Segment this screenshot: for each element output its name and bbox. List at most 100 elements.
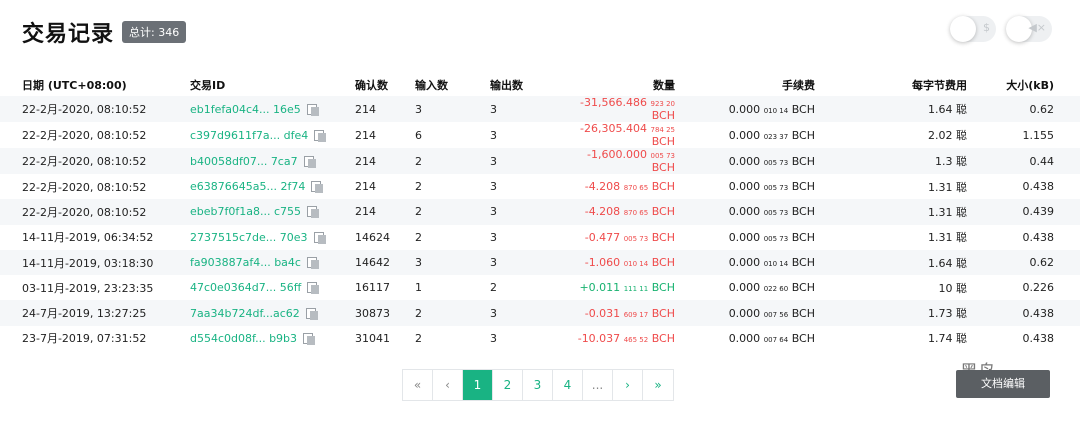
fee-value: 0.000 [728, 331, 761, 345]
page-1-button[interactable]: 1 [463, 370, 493, 400]
tx-id-link[interactable]: b40058df07... 7ca7 [190, 155, 298, 168]
page-header: 交易记录 总计: 346 [22, 16, 187, 48]
fee-small-digits: 005 73 [763, 209, 789, 218]
fee-unit: BCH [791, 306, 815, 320]
amount-small-digits: 465 52 [623, 335, 649, 344]
copy-icon[interactable] [306, 257, 319, 270]
tx-id-link[interactable]: e63876645a5... 2f74 [190, 180, 305, 193]
amount-value: -0.031 [584, 306, 621, 320]
fee-unit: BCH [791, 128, 815, 142]
fee-value: 0.000 [728, 154, 761, 168]
copy-icon[interactable] [313, 231, 326, 244]
amount-unit: BCH [651, 135, 675, 148]
tx-amount: -4.208 870 65 BCH [575, 199, 675, 224]
first-page-button[interactable]: « [403, 370, 433, 400]
copy-icon[interactable] [306, 103, 319, 116]
copy-icon[interactable] [314, 129, 327, 142]
sound-toggle[interactable]: ◀× [1006, 16, 1052, 42]
table-header-row: 日期 (UTC+08:00) 交易ID 确认数 输入数 输出数 数量 手续费 每… [0, 72, 1080, 96]
tx-confirmations: 16117 [355, 281, 390, 295]
fee-unit: BCH [791, 230, 815, 244]
amount-unit: BCH [651, 109, 675, 122]
tx-fee-rate: 1.31 聪 [928, 180, 967, 194]
amount-small-digits: 005 73 [623, 234, 649, 243]
amount-value: -10.037 [577, 331, 621, 345]
table-row: 03-11月-2019, 23:23:35 47c0e0364d7... 56ff… [0, 275, 1080, 300]
copy-icon[interactable] [311, 181, 324, 194]
tx-inputs: 6 [415, 128, 422, 142]
fee-value: 0.000 [728, 256, 761, 270]
col-date[interactable]: 日期 (UTC+08:00) [0, 72, 190, 96]
tx-size: 0.62 [1029, 102, 1055, 116]
tx-date: 14-11月-2019, 03:18:30 [22, 256, 154, 270]
tx-confirmations: 14642 [355, 256, 390, 270]
next-page-button[interactable]: › [613, 370, 643, 400]
tx-inputs: 2 [415, 154, 422, 168]
tx-amount: -0.031 609 17 BCH [575, 300, 675, 325]
tx-outputs: 3 [490, 180, 497, 194]
col-fee-rate[interactable]: 每字节费用 [815, 72, 967, 96]
amount-small-digits: 111 11 [623, 285, 649, 294]
tx-size: 0.226 [1022, 281, 1055, 295]
col-outputs[interactable]: 输出数 [490, 72, 575, 96]
fee-unit: BCH [791, 256, 815, 270]
col-size[interactable]: 大小(kB) [967, 72, 1080, 96]
amount-value: -1,600.000 [587, 148, 647, 161]
col-confirmations[interactable]: 确认数 [355, 72, 415, 96]
tx-date: 22-2月-2020, 08:10:52 [22, 205, 147, 219]
tx-id-link[interactable]: 2737515c7de... 70e3 [190, 231, 308, 244]
amount-small-digits: 784 25 [650, 126, 676, 134]
fee-unit: BCH [791, 180, 815, 194]
amount-unit: BCH [651, 230, 675, 244]
fee-small-digits: 022 60 [763, 285, 789, 294]
tx-confirmations: 214 [355, 154, 376, 168]
tx-id-link[interactable]: fa903887af4... ba4c [190, 256, 301, 269]
copy-icon[interactable] [303, 155, 316, 168]
fee-value: 0.000 [728, 230, 761, 244]
currency-toggle[interactable]: $ [950, 16, 996, 42]
pagination: «‹ 1 2 3 4... ›» [402, 369, 674, 401]
copy-icon[interactable] [307, 282, 320, 295]
page-4-button[interactable]: 4 [553, 370, 583, 400]
tx-id-link[interactable]: c397d9611f7a... dfe4 [190, 129, 308, 142]
tx-amount: -1.060 010 14 BCH [575, 250, 675, 275]
tx-fee: 0.000 005 73 BCH [675, 174, 815, 199]
tx-confirmations: 214 [355, 128, 376, 142]
page-2-button[interactable]: 2 [493, 370, 523, 400]
col-amount[interactable]: 数量 [575, 72, 675, 96]
tx-size: 0.62 [1029, 256, 1055, 270]
table-row: 14-11月-2019, 06:34:52 2737515c7de... 70e3… [0, 225, 1080, 250]
page-title: 交易记录 [22, 22, 115, 47]
tx-outputs: 3 [490, 230, 497, 244]
tx-inputs: 2 [415, 306, 422, 320]
tx-amount: -0.477 005 73 BCH [575, 225, 675, 250]
table-row: 14-11月-2019, 03:18:30 fa903887af4... ba4c… [0, 249, 1080, 276]
tx-date: 22-2月-2020, 08:10:52 [22, 155, 147, 168]
tx-amount: -1,600.000 005 73 BCH [575, 148, 675, 174]
amount-value: +0.011 [579, 281, 621, 295]
tx-id-link[interactable]: eb1fefa04c4... 16e5 [190, 103, 301, 116]
tx-id-link[interactable]: d554c0d08f... b9b3 [190, 332, 297, 345]
tx-fee: 0.000 005 73 BCH [675, 148, 815, 174]
tx-date: 22-2月-2020, 08:10:52 [22, 180, 147, 194]
copy-icon[interactable] [303, 332, 316, 345]
col-fee[interactable]: 手续费 [675, 72, 815, 96]
fee-unit: BCH [791, 154, 815, 168]
tx-id-link[interactable]: ebeb7f0f1a8... c755 [190, 205, 301, 218]
prev-page-button[interactable]: ‹ [433, 370, 463, 400]
copy-icon[interactable] [307, 206, 320, 219]
total-count-badge: 总计: 346 [122, 21, 187, 43]
tx-id-link[interactable]: 47c0e0364d7... 56ff [190, 281, 301, 294]
copy-icon[interactable] [305, 307, 318, 320]
col-inputs[interactable]: 输入数 [415, 72, 490, 96]
fee-value: 0.000 [728, 128, 761, 142]
last-page-button[interactable]: » [643, 370, 673, 400]
tx-id-link[interactable]: 7aa34b724df...ac62 [190, 307, 300, 320]
tx-confirmations: 30873 [355, 306, 390, 320]
fee-small-digits: 007 64 [763, 335, 789, 344]
amount-value: -1.060 [584, 256, 621, 270]
tx-outputs: 2 [490, 281, 497, 295]
toggle-knob [950, 16, 976, 42]
page-3-button[interactable]: 3 [523, 370, 553, 400]
tx-date: 22-2月-2020, 08:10:52 [22, 103, 147, 116]
